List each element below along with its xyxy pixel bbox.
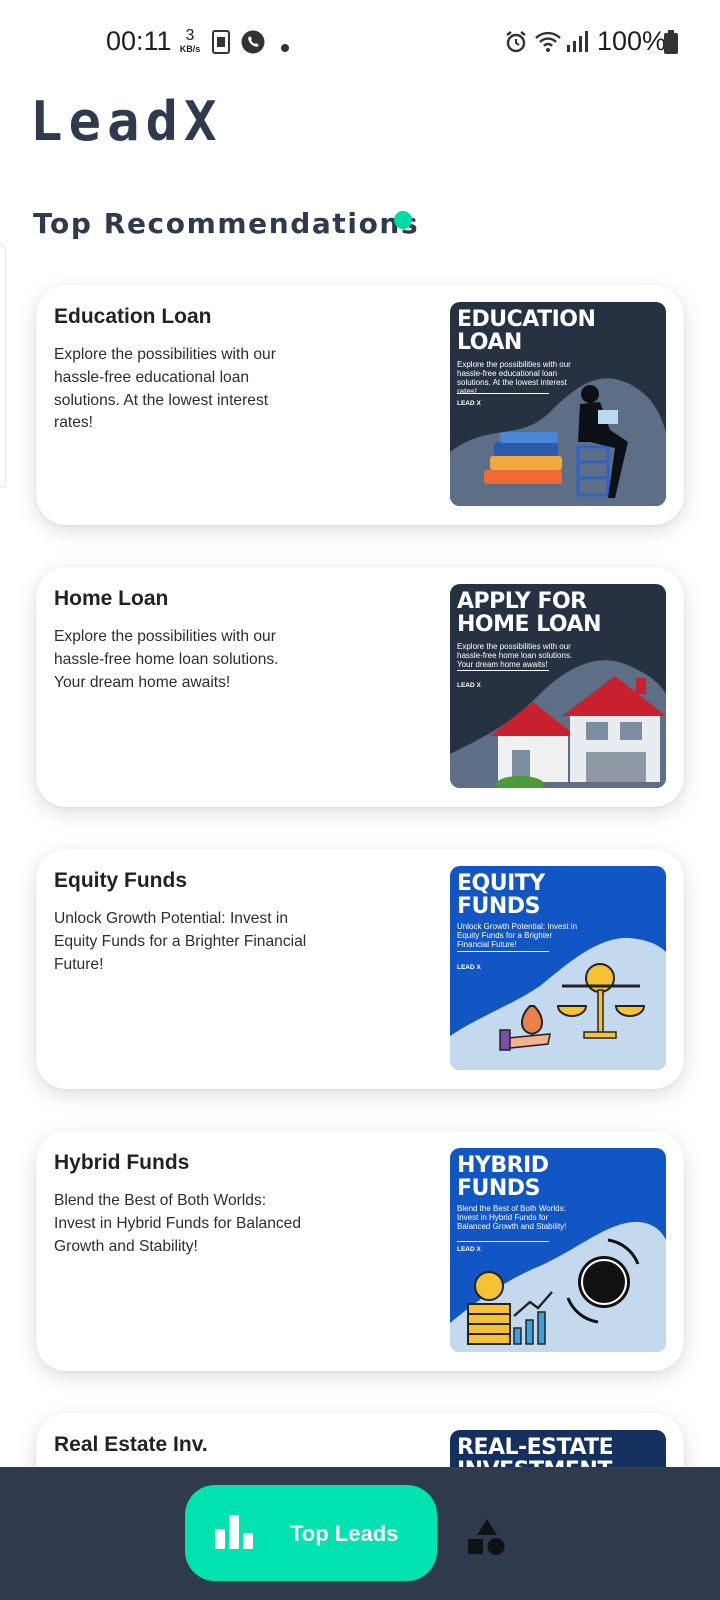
thumb-divider [457,670,549,671]
side-drawer-handle[interactable] [0,244,6,488]
thumb-heading: APPLY FOR HOME LOAN [457,589,601,637]
card-description: Unlock Growth Potential: Invest in Equit… [54,910,307,973]
sim-card-icon [212,30,230,59]
recommendation-card-education-loan[interactable]: Education Loan Explore the possibilities… [36,285,684,525]
notification-dot-icon [281,39,289,57]
thumb-brand: LEAD X [457,964,481,971]
thumb-divider [457,951,549,952]
thumb-text: Unlock Growth Potential: Invest in Equit… [457,922,578,949]
card-description: Explore the possibilities with our hassl… [54,346,276,432]
section-title: Top Recommendations [33,207,420,240]
card-description: Blend the Best of Both Worlds: Invest in… [54,1192,302,1255]
thumb-heading: HYBRID FUNDS [457,1153,549,1201]
thumb-divider [457,1241,549,1242]
alarm-icon [504,30,528,59]
signal-icon [566,31,588,58]
card-title: Real Estate Inv. [54,1433,208,1456]
card-title: Education Loan [54,305,212,328]
card-description: Explore the possibilities with our hassl… [54,628,279,691]
whatsapp-icon [240,29,266,60]
card-thumbnail: EDUCATION LOAN Explore the possibilities… [450,302,666,506]
thumb-brand: LEAD X [457,400,481,407]
thumb-divider [457,393,549,394]
nav-top-leads-button[interactable]: Top Leads [185,1485,437,1581]
card-thumbnail: HYBRID FUNDS Blend the Best of Both Worl… [450,1148,666,1352]
recommendation-card-equity-funds[interactable]: Equity Funds Unlock Growth Potential: In… [36,849,684,1089]
card-title: Hybrid Funds [54,1151,190,1174]
nav-top-leads-label: Top Leads [290,1521,399,1546]
thumb-heading: EDUCATION LOAN [457,307,596,355]
wifi-icon [534,31,562,58]
thumb-text: Explore the possibilities with our hassl… [457,642,573,669]
thumb-text: Blend the Best of Both Worlds: Invest in… [457,1204,567,1231]
status-time: 00:11 [106,26,172,56]
bar-chart-icon [215,1515,253,1554]
status-bar: 00:11 3 KB/s 100% [0,0,720,88]
card-title: Home Loan [54,587,169,610]
thumb-brand: LEAD X [457,1246,481,1253]
battery-icon [664,30,678,59]
app-title: LeadX [30,90,223,153]
recommendation-card-home-loan[interactable]: Home Loan Explore the possibilities with… [36,567,684,807]
battery-percent: 100% [597,26,667,56]
recommendation-card-hybrid-funds[interactable]: Hybrid Funds Blend the Best of Both Worl… [36,1131,684,1371]
card-title: Equity Funds [54,869,187,892]
card-thumbnail: EQUITY FUNDS Unlock Growth Potential: In… [450,866,666,1070]
shapes-icon[interactable] [468,1519,506,1560]
network-speed-value: 3 [185,27,195,44]
thumb-text: Explore the possibilities with our hassl… [457,360,571,396]
bottom-navigation: Top Leads [0,1467,720,1600]
thumb-brand: LEAD X [457,682,481,689]
card-thumbnail: APPLY FOR HOME LOAN Explore the possibil… [450,584,666,788]
network-speed-unit: KB/s [179,44,201,54]
network-speed: 3 KB/s [176,28,204,54]
thumb-heading: EQUITY FUNDS [457,871,545,919]
live-indicator-dot [394,211,412,229]
